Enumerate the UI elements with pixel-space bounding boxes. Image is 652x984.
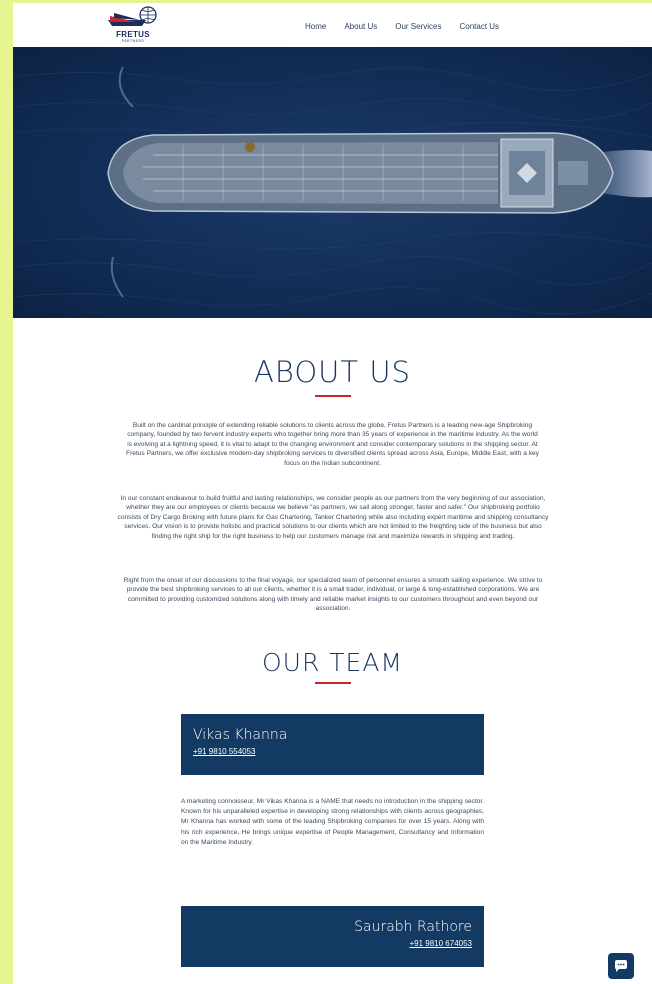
team-card-saurabh: Saurabh Rathore +91 9810 674053 [181,906,484,967]
member-name: Saurabh Rathore [354,919,472,935]
logo-subtext: PARTNERS [121,39,145,43]
nav-home[interactable]: Home [305,22,326,31]
logo-ship-icon [108,6,157,26]
about-paragraph-2: In our constant endeavour to build fruit… [117,495,549,540]
member-phone-link[interactable]: +91 9810 554053 [193,747,256,756]
fretus-logo[interactable]: FRETUS PARTNERS [106,6,166,46]
about-title: ABOUT US [254,355,411,389]
member-phone-link[interactable]: +91 9810 674053 [409,939,472,948]
nav-about-us[interactable]: About Us [344,22,377,31]
member-bio: A marketing connoisseur, Mr Vikas Khanna… [181,798,484,846]
about-paragraph-1: Built on the cardinal principle of exten… [126,422,539,467]
chat-button[interactable] [608,953,634,979]
nav-our-services[interactable]: Our Services [395,22,441,31]
site-header: FRETUS PARTNERS Home About Us Our Servic… [13,3,652,47]
team-title-underline [315,682,351,684]
ship-illustration [13,66,652,315]
team-card-vikas: Vikas Khanna +91 9810 554053 [181,714,484,775]
hero-ship-image [13,47,652,318]
about-title-underline [315,395,351,397]
chat-bubble-icon [615,960,627,972]
team-title: OUR TEAM [261,648,404,677]
member-name: Vikas Khanna [193,727,288,743]
nav-contact-us[interactable]: Contact Us [459,22,499,31]
main-nav: Home About Us Our Services Contact Us [305,22,517,31]
page: FRETUS PARTNERS Home About Us Our Servic… [13,3,652,984]
about-paragraph-3: Right from the onset of our discussions … [123,577,543,613]
logo-text: FRETUS [116,30,150,39]
